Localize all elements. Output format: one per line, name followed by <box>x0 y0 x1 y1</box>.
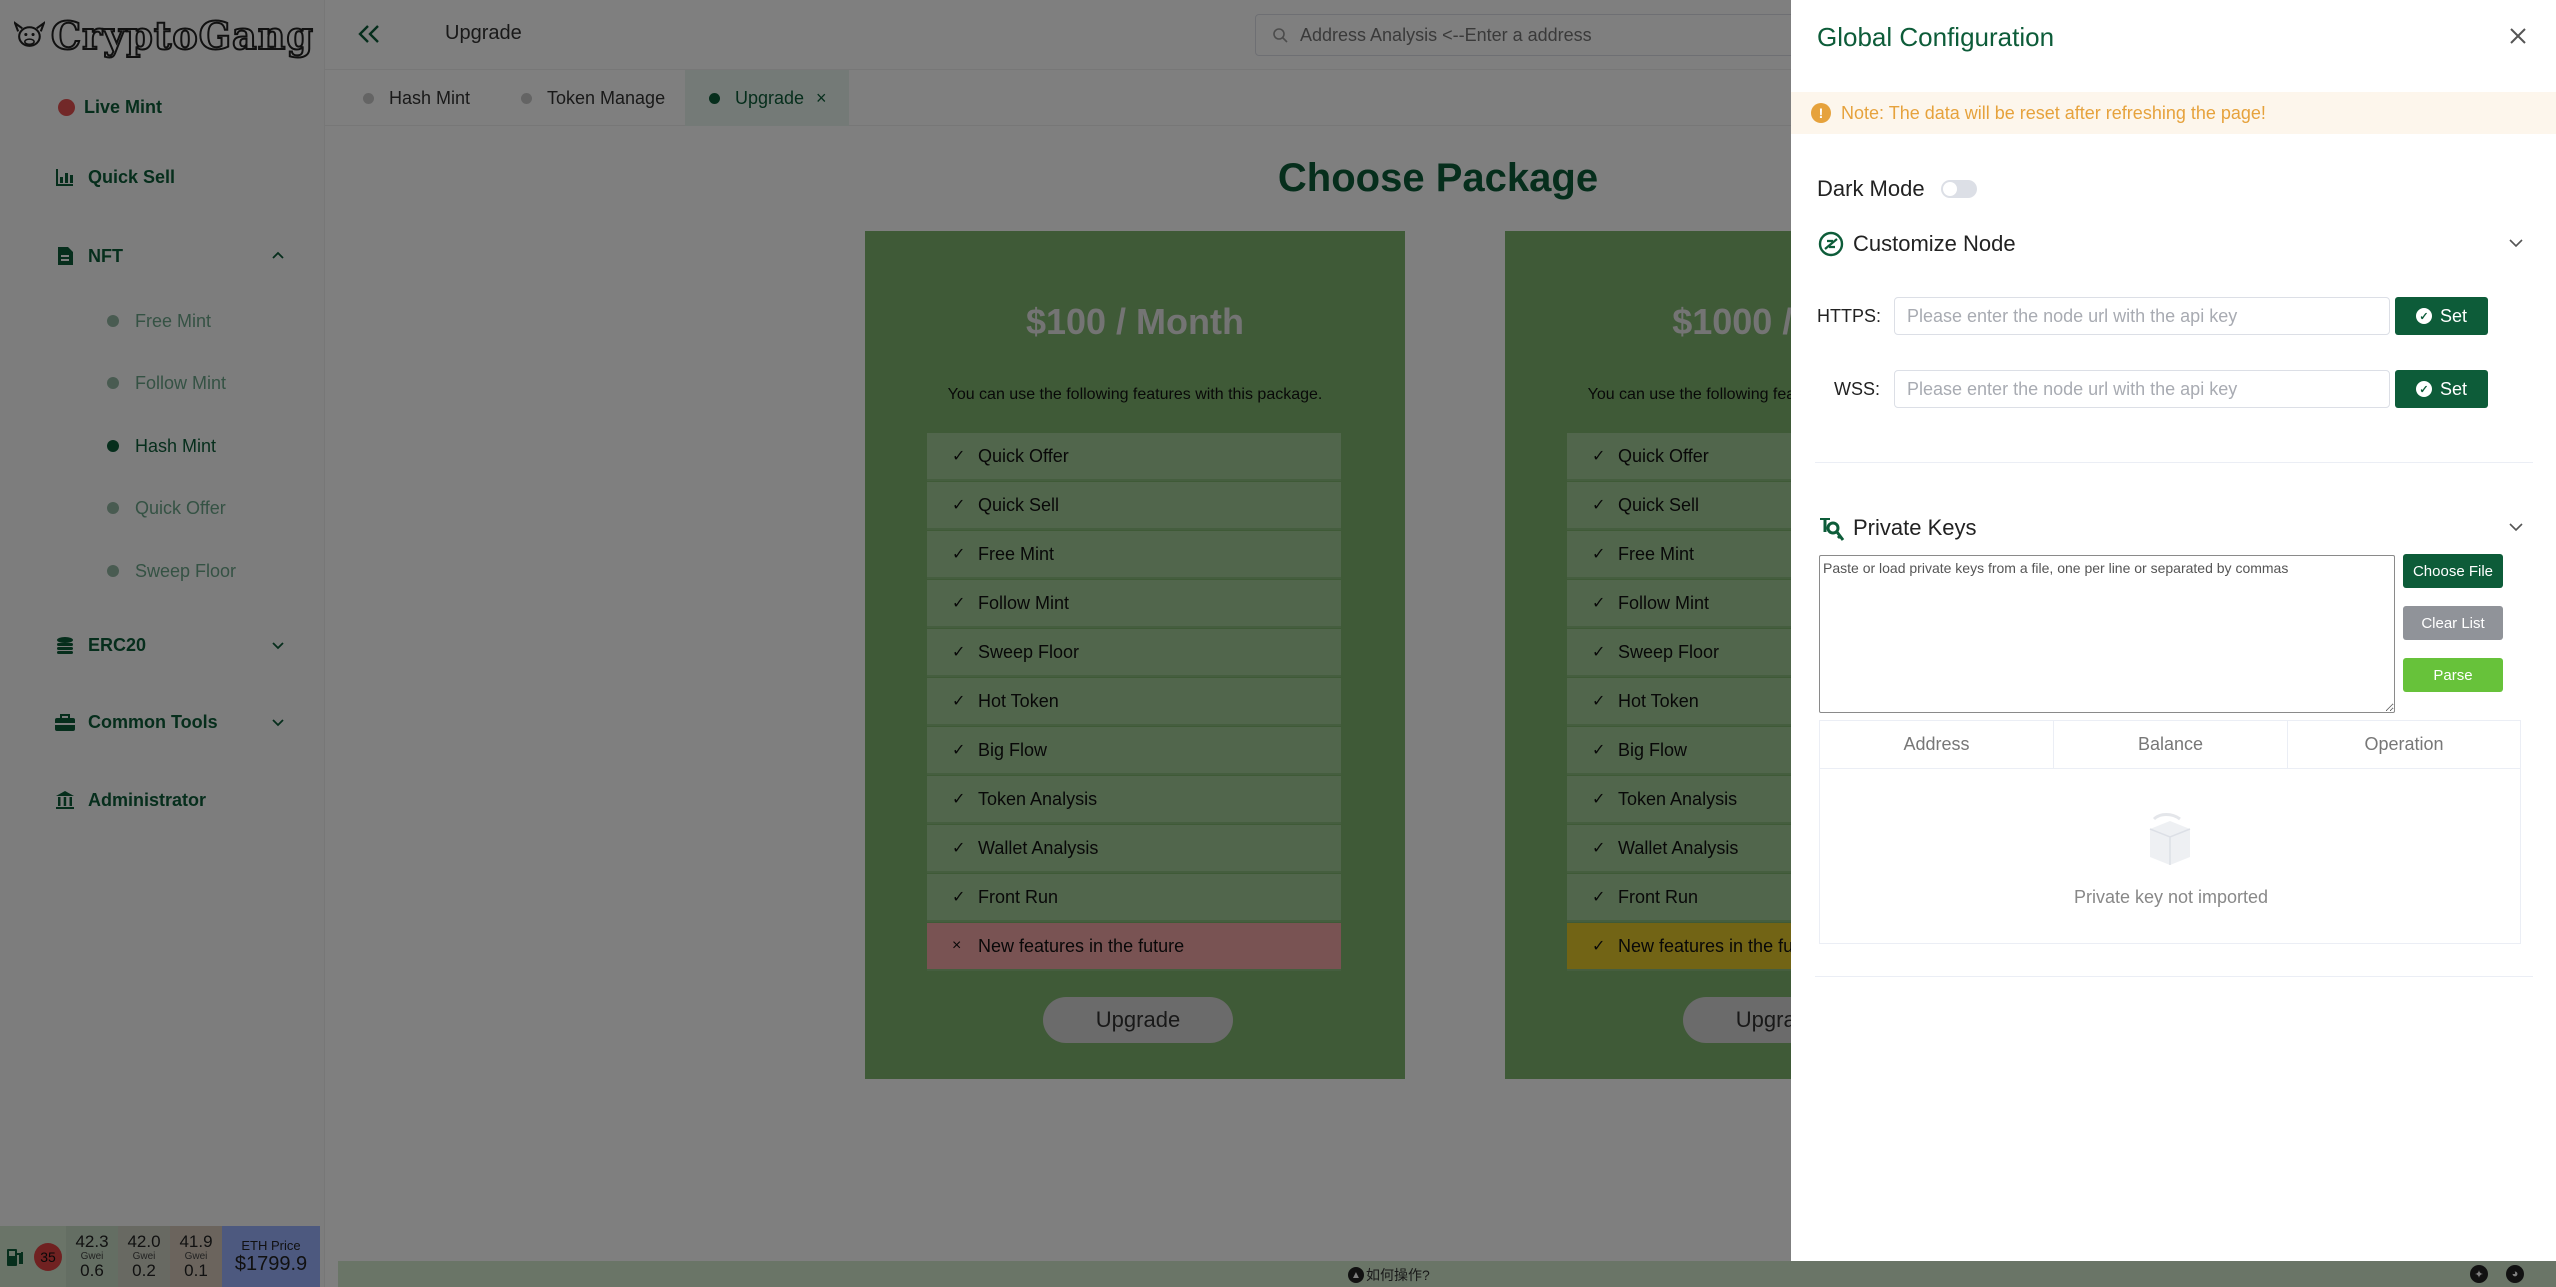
key-icon <box>1820 518 1845 541</box>
column-header-address: Address <box>1820 721 2054 769</box>
choose-file-button[interactable]: Choose File <box>2403 554 2503 588</box>
global-config-drawer: Global Configuration ! Note: The data wi… <box>1791 0 2556 1261</box>
empty-state-text: Private key not imported <box>2073 887 2269 907</box>
section-title: Private Keys <box>1853 515 1977 540</box>
clear-list-button[interactable]: Clear List <box>2403 606 2503 640</box>
private-keys-table: Address Balance Operation Private key no… <box>1819 720 2521 944</box>
empty-box-icon <box>2149 813 2191 865</box>
dark-mode-row: Dark Mode <box>1817 176 1977 202</box>
section-divider <box>1815 462 2533 463</box>
warning-icon: ! <box>1811 103 1831 123</box>
column-header-balance: Balance <box>2054 721 2288 769</box>
wss-node-input[interactable] <box>1894 370 2390 408</box>
dark-mode-toggle[interactable] <box>1940 180 1977 198</box>
section-divider <box>1815 976 2533 977</box>
wss-label: WSS: <box>1834 379 1881 399</box>
node-link-icon <box>1818 231 1844 257</box>
dark-mode-label: Dark Mode <box>1817 176 1925 201</box>
check-circle-icon: ✓ <box>2415 308 2432 324</box>
chevron-down-icon[interactable] <box>2507 518 2525 536</box>
https-label: HTTPS: <box>1817 306 1882 326</box>
private-keys-header[interactable]: Private Keys <box>1817 514 1977 542</box>
set-https-button[interactable]: ✓ Set <box>2395 297 2488 335</box>
section-title: Customize Node <box>1853 231 2016 256</box>
drawer-title: Global Configuration <box>1817 22 2055 52</box>
chevron-down-icon[interactable] <box>2507 234 2525 252</box>
set-wss-button[interactable]: ✓ Set <box>2395 370 2488 408</box>
check-circle-icon: ✓ <box>2415 381 2432 397</box>
parse-button[interactable]: Parse <box>2403 658 2503 692</box>
customize-node-header[interactable]: Customize Node <box>1817 230 2016 258</box>
warning-text: Note: The data will be reset after refre… <box>1841 102 2266 123</box>
private-keys-textarea[interactable] <box>1819 555 2395 713</box>
close-icon[interactable] <box>2506 24 2530 48</box>
https-node-input[interactable] <box>1894 297 2390 335</box>
reset-warning: ! Note: The data will be reset after ref… <box>1791 92 2556 134</box>
column-header-operation: Operation <box>2288 721 2520 769</box>
